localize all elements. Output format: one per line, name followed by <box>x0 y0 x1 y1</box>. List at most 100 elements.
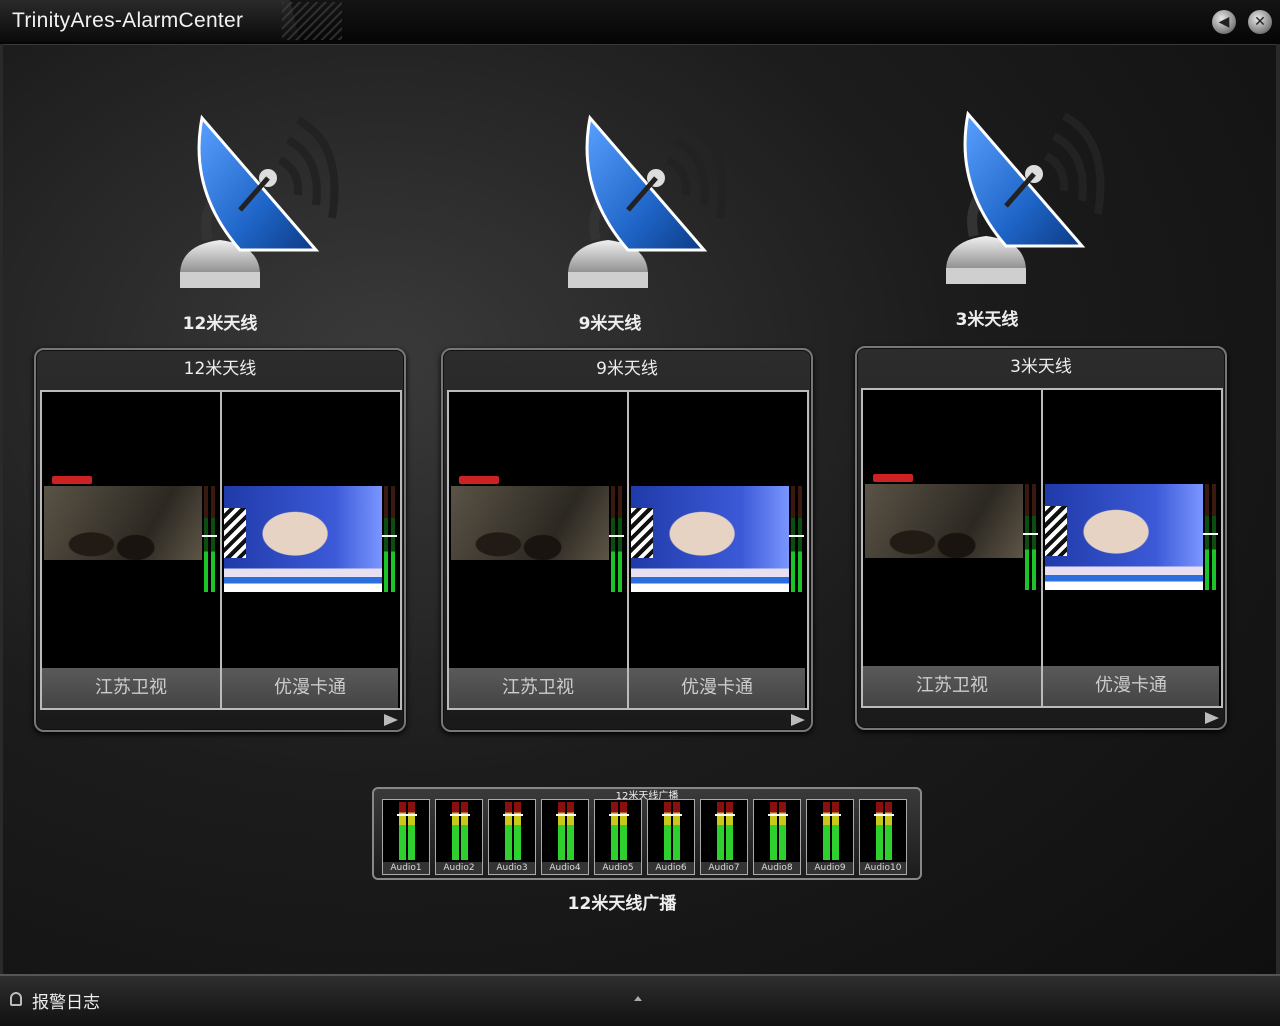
monitor-youman[interactable]: 优漫卡通 <box>627 392 805 708</box>
audio-panel-label: 12米天线广播 <box>567 894 677 914</box>
audio-level-bar <box>715 802 726 860</box>
audio-level-meter <box>389 486 397 592</box>
monitor-grid: 江苏卫视 优漫卡通 <box>861 388 1223 708</box>
panel-expand-icon[interactable] <box>384 714 398 726</box>
video-graphic <box>1045 506 1067 556</box>
alarm-log-button[interactable]: 报警日志 <box>32 988 100 1013</box>
audio-level-bar <box>662 802 673 860</box>
audio-level-bar <box>406 802 417 860</box>
audio-level-meter <box>202 486 210 592</box>
audio-channel-meter[interactable]: Audio5 <box>594 799 642 875</box>
audio-level-meter <box>789 486 797 592</box>
channel-name: 优漫卡通 <box>629 668 805 708</box>
audio-level-bar <box>397 802 408 860</box>
audio-level-meter <box>609 486 617 592</box>
video-thumbnail <box>1045 484 1203 590</box>
antenna-panel-9m: 9米天线 江苏卫视 优漫卡通 <box>441 348 813 732</box>
audio-channel-label: Audio3 <box>489 862 535 874</box>
audio-channel-label: Audio10 <box>860 862 906 874</box>
lock-icon <box>10 992 22 1006</box>
audio-channel-meter[interactable]: Audio10 <box>859 799 907 875</box>
audio-level-bar <box>450 802 461 860</box>
audio-channel-label: Audio2 <box>436 862 482 874</box>
audio-level-meter <box>382 486 390 592</box>
audio-channel-meter[interactable]: Audio2 <box>435 799 483 875</box>
audio-channel-meter[interactable]: Audio9 <box>806 799 854 875</box>
audio-level-bar <box>874 802 885 860</box>
audio-level-bar <box>565 802 576 860</box>
audio-level-bar <box>556 802 567 860</box>
monitor-jiangsu[interactable]: 江苏卫视 <box>42 392 220 708</box>
monitor-youman[interactable]: 优漫卡通 <box>220 392 398 708</box>
video-graphic <box>631 508 653 558</box>
expand-up-icon[interactable] <box>634 996 642 1001</box>
audio-channel-label: Audio8 <box>754 862 800 874</box>
audio-level-bar <box>503 802 514 860</box>
audio-level-meter <box>209 486 217 592</box>
channel-logo <box>873 474 913 482</box>
video-thumbnail <box>865 474 1023 590</box>
audio-level-bar <box>671 802 682 860</box>
channel-name: 优漫卡通 <box>222 668 398 708</box>
audio-channel-label: Audio5 <box>595 862 641 874</box>
audio-channel-label: Audio1 <box>383 862 429 874</box>
antenna-icons <box>0 0 1280 340</box>
audio-monitor-panel: 12米天线广播 Audio1 Audio2 Audio3 Audio4 Audio5 Au… <box>372 787 922 880</box>
antenna-label-3m: 3米天线 <box>955 310 1019 330</box>
audio-level-bar <box>512 802 523 860</box>
channel-logo <box>52 476 92 484</box>
audio-level-meter <box>796 486 804 592</box>
audio-level-bar <box>777 802 788 860</box>
channel-name: 江苏卫视 <box>863 666 1041 706</box>
monitor-grid: 江苏卫视 优漫卡通 <box>447 390 809 710</box>
audio-channel-label: Audio4 <box>542 862 588 874</box>
audio-level-bar <box>830 802 841 860</box>
audio-channel-label: Audio7 <box>701 862 747 874</box>
audio-channel-meter[interactable]: Audio6 <box>647 799 695 875</box>
audio-level-bar <box>459 802 470 860</box>
dish-icon-3m <box>946 114 1100 284</box>
panel-expand-icon[interactable] <box>791 714 805 726</box>
antenna-label-12m: 12米天线 <box>182 314 258 334</box>
audio-channel-meter[interactable]: Audio4 <box>541 799 589 875</box>
audio-level-bar <box>609 802 620 860</box>
antenna-panel-12m: 12米天线 江苏卫视 优漫卡通 <box>34 348 406 732</box>
dish-icon-12m <box>180 118 334 288</box>
monitor-jiangsu[interactable]: 江苏卫视 <box>863 390 1041 706</box>
channel-name: 优漫卡通 <box>1043 666 1219 706</box>
audio-level-meter <box>1210 484 1218 590</box>
panel-title: 3米天线 <box>1010 357 1072 377</box>
panel-expand-icon[interactable] <box>1205 712 1219 724</box>
monitor-youman[interactable]: 优漫卡通 <box>1041 390 1219 706</box>
monitor-jiangsu[interactable]: 江苏卫视 <box>449 392 627 708</box>
audio-level-bar <box>618 802 629 860</box>
video-thumbnail <box>631 486 789 592</box>
audio-channel-meter[interactable]: Audio1 <box>382 799 430 875</box>
audio-level-meter <box>1023 484 1031 590</box>
video-graphic <box>224 508 246 558</box>
audio-level-bar <box>768 802 779 860</box>
dish-icon-9m <box>568 118 722 288</box>
audio-level-bar <box>821 802 832 860</box>
audio-channel-meter[interactable]: Audio3 <box>488 799 536 875</box>
audio-channel-meter[interactable]: Audio8 <box>753 799 801 875</box>
audio-channel-label: Audio9 <box>807 862 853 874</box>
audio-level-meter <box>1030 484 1038 590</box>
video-thumbnail <box>44 476 202 592</box>
audio-level-bar <box>883 802 894 860</box>
audio-channel-label: Audio6 <box>648 862 694 874</box>
panel-title: 9米天线 <box>596 359 658 379</box>
video-thumbnail <box>224 486 382 592</box>
audio-level-meter <box>1203 484 1211 590</box>
audio-channel-meter[interactable]: Audio7 <box>700 799 748 875</box>
status-bar: 报警日志 <box>0 974 1280 1026</box>
antenna-label-9m: 9米天线 <box>578 314 642 334</box>
channel-name: 江苏卫视 <box>449 668 627 708</box>
audio-level-bar <box>724 802 735 860</box>
monitor-grid: 江苏卫视 优漫卡通 <box>40 390 402 710</box>
channel-logo <box>459 476 499 484</box>
panel-title: 12米天线 <box>183 359 257 379</box>
antenna-panel-3m: 3米天线 江苏卫视 优漫卡通 <box>855 346 1227 730</box>
channel-name: 江苏卫视 <box>42 668 220 708</box>
video-thumbnail <box>451 476 609 592</box>
